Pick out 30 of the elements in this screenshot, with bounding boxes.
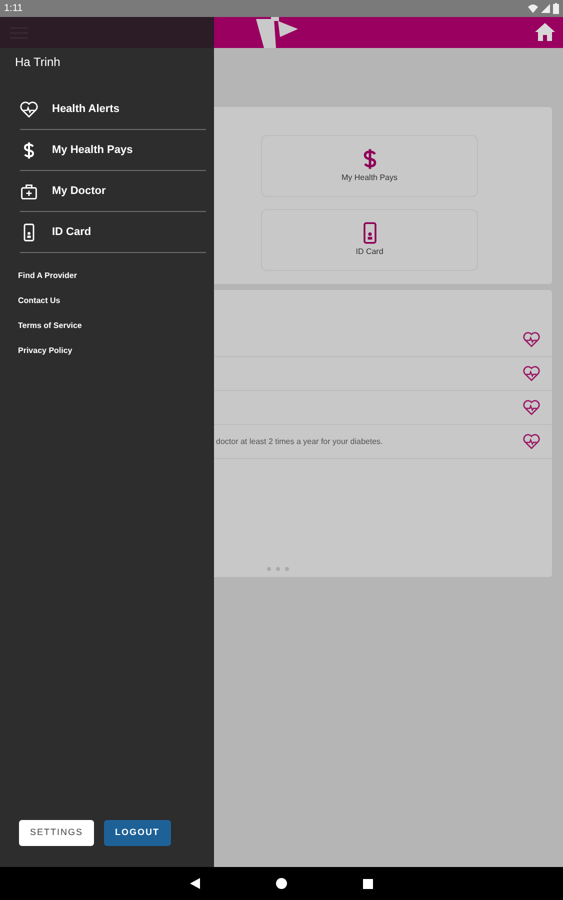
medical-bag-icon [20, 182, 38, 200]
drawer-item[interactable]: Health Alerts [20, 89, 206, 130]
home-button-icon[interactable] [276, 878, 287, 889]
menu-tile[interactable]: ID Card [261, 209, 478, 271]
recents-icon[interactable] [363, 878, 373, 888]
tile-label: My Health Pays [341, 172, 398, 184]
signal-icon [541, 4, 550, 13]
back-icon[interactable] [190, 878, 200, 889]
user-name: Ha Trinh [15, 54, 62, 71]
battery-icon [553, 3, 559, 14]
heart-icon[interactable] [523, 365, 540, 382]
settings-button[interactable]: SETTINGS [19, 820, 94, 846]
heart-icon[interactable] [523, 331, 540, 348]
drawer-item[interactable]: My Doctor [20, 171, 206, 212]
drawer-item[interactable]: ID Card [20, 212, 206, 253]
drawer-link[interactable]: Find A Provider [18, 269, 77, 282]
wifi-icon [528, 4, 538, 13]
drawer-link[interactable]: Contact Us [18, 294, 60, 307]
heart-icon[interactable] [523, 399, 540, 416]
drawer-link[interactable]: Privacy Policy [18, 344, 72, 357]
heart-icon [20, 100, 38, 118]
status-time: 1:11 [4, 2, 23, 16]
menu-tile[interactable]: My Health Pays [261, 135, 478, 197]
drawer-link[interactable]: Terms of Service [18, 319, 82, 332]
heart-icon[interactable] [523, 433, 540, 450]
home-icon[interactable] [535, 23, 555, 41]
drawer-item[interactable]: My Health Pays [20, 130, 206, 171]
tile-label: ID Card [356, 246, 384, 258]
alert-text: doctor at least 2 times a year for your diabetes. [216, 436, 383, 448]
logout-button[interactable]: LOGOUT [104, 820, 171, 846]
